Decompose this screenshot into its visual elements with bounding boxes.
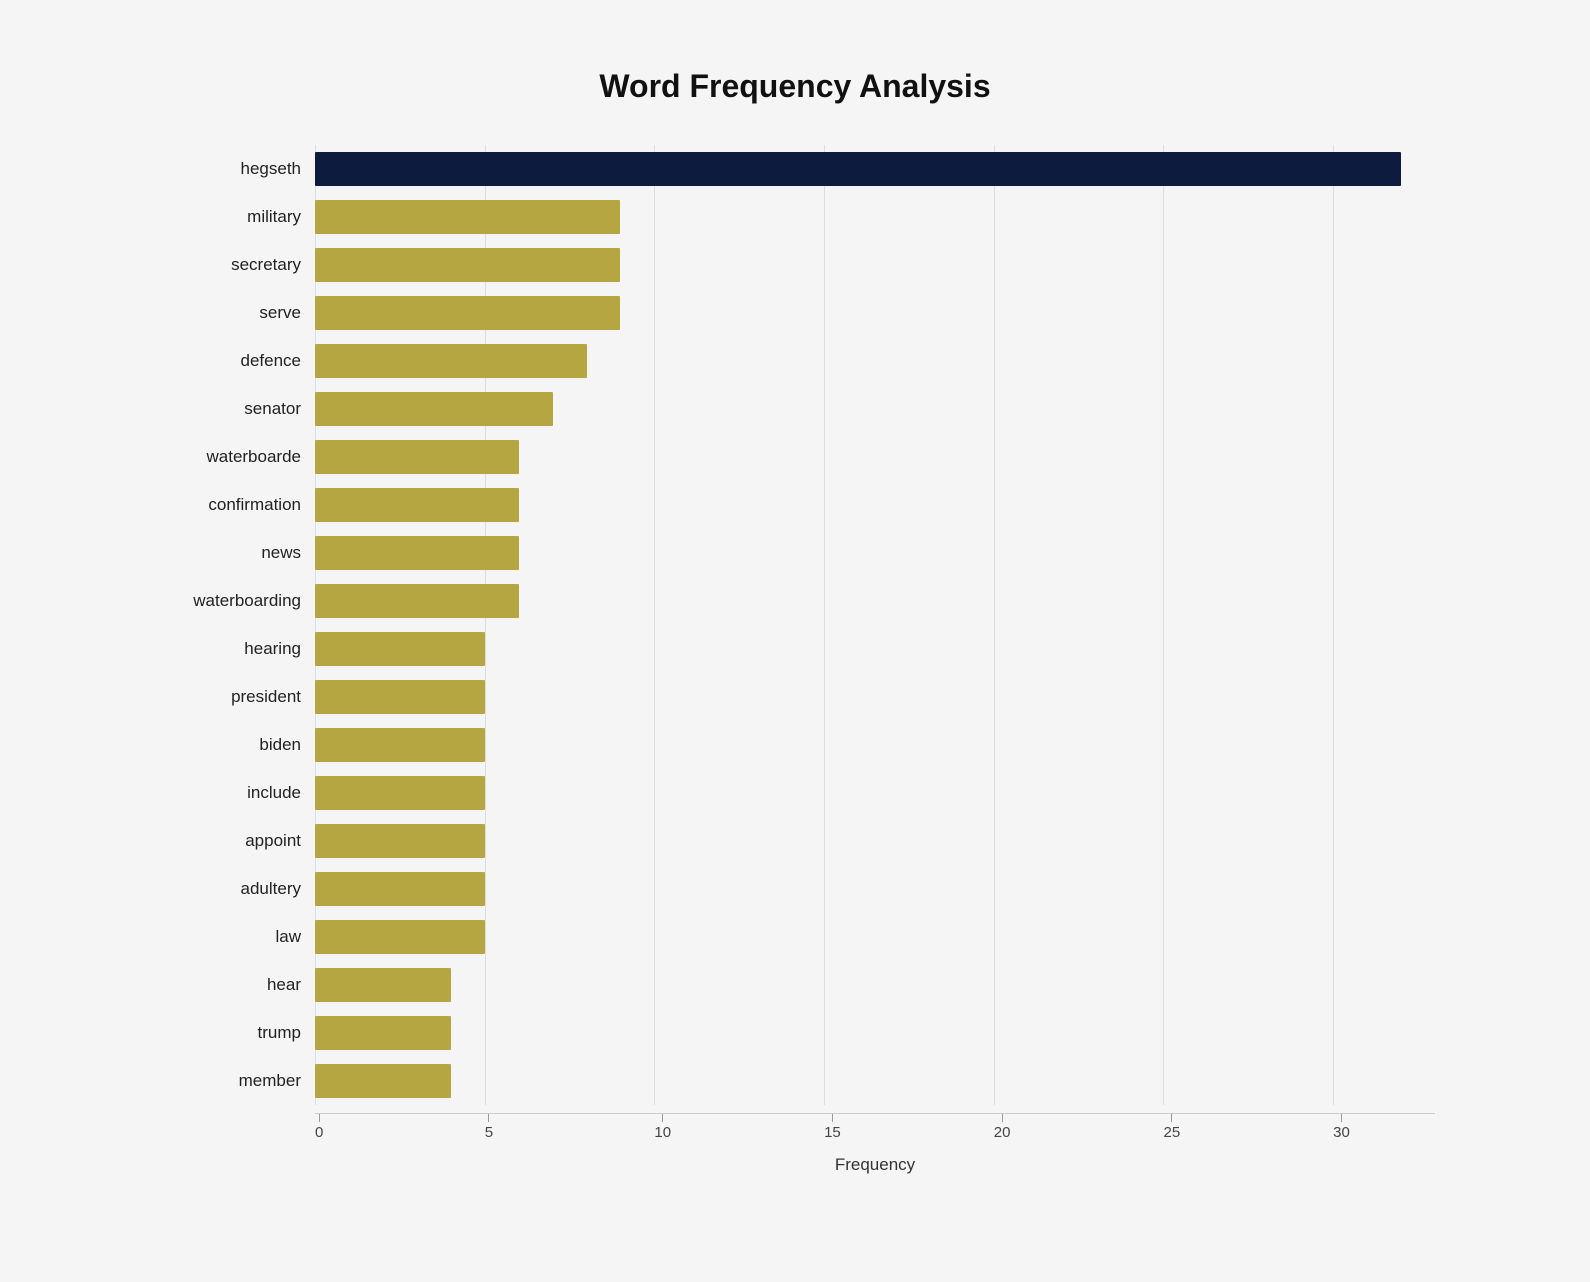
x-tick-line bbox=[319, 1114, 320, 1122]
x-tick: 30 bbox=[1333, 1114, 1350, 1141]
bar-label-president: president bbox=[155, 673, 315, 721]
bar-fill-biden bbox=[315, 728, 485, 762]
bar-label-trump: trump bbox=[155, 1009, 315, 1057]
x-tick: 25 bbox=[1163, 1114, 1180, 1141]
bar-row bbox=[315, 481, 1435, 529]
labels-column: hegsethmilitarysecretaryservedefencesena… bbox=[155, 145, 315, 1105]
bar-label-law: law bbox=[155, 913, 315, 961]
bar-label-defence: defence bbox=[155, 337, 315, 385]
bar-label-confirmation: confirmation bbox=[155, 481, 315, 529]
bar-row bbox=[315, 337, 1435, 385]
x-tick: 20 bbox=[994, 1114, 1011, 1141]
bar-row bbox=[315, 913, 1435, 961]
bar-row bbox=[315, 385, 1435, 433]
bar-row bbox=[315, 625, 1435, 673]
bar-label-serve: serve bbox=[155, 289, 315, 337]
x-tick-line bbox=[832, 1114, 833, 1122]
bar-label-hegseth: hegseth bbox=[155, 145, 315, 193]
bar-fill-secretary bbox=[315, 248, 620, 282]
bar-label-biden: biden bbox=[155, 721, 315, 769]
x-tick-label: 5 bbox=[485, 1124, 493, 1141]
bar-label-news: news bbox=[155, 529, 315, 577]
bar-fill-confirmation bbox=[315, 488, 519, 522]
x-tick: 0 bbox=[315, 1114, 323, 1141]
x-axis-ticks: 0 5 10 15 20 25 30 bbox=[315, 1113, 1435, 1143]
bar-fill-trump bbox=[315, 1016, 451, 1050]
bar-label-secretary: secretary bbox=[155, 241, 315, 289]
bar-row bbox=[315, 577, 1435, 625]
x-tick-line bbox=[662, 1114, 663, 1122]
bar-label-senator: senator bbox=[155, 385, 315, 433]
bar-fill-hegseth bbox=[315, 152, 1401, 186]
bar-label-waterboarding: waterboarding bbox=[155, 577, 315, 625]
bar-fill-adultery bbox=[315, 872, 485, 906]
bar-row bbox=[315, 1057, 1435, 1105]
x-tick: 15 bbox=[824, 1114, 841, 1141]
chart-container: Word Frequency Analysis hegsethmilitarys… bbox=[95, 28, 1495, 1255]
bar-label-hear: hear bbox=[155, 961, 315, 1009]
bar-label-member: member bbox=[155, 1057, 315, 1105]
bar-row bbox=[315, 1009, 1435, 1057]
bar-row bbox=[315, 865, 1435, 913]
x-tick-label: 30 bbox=[1333, 1124, 1350, 1141]
bar-fill-waterboarde bbox=[315, 440, 519, 474]
bar-label-military: military bbox=[155, 193, 315, 241]
x-tick-line bbox=[1002, 1114, 1003, 1122]
bar-label-hearing: hearing bbox=[155, 625, 315, 673]
bars-inner bbox=[315, 145, 1435, 1105]
bars-column bbox=[315, 145, 1435, 1105]
x-axis: 0 5 10 15 20 25 30 Frequency bbox=[315, 1105, 1435, 1175]
bar-fill-hear bbox=[315, 968, 451, 1002]
x-tick-label: 10 bbox=[654, 1124, 671, 1141]
bar-fill-member bbox=[315, 1064, 451, 1098]
bar-row bbox=[315, 673, 1435, 721]
bar-fill-defence bbox=[315, 344, 587, 378]
x-tick-line bbox=[1341, 1114, 1342, 1122]
bar-fill-waterboarding bbox=[315, 584, 519, 618]
x-tick: 5 bbox=[485, 1114, 493, 1141]
bar-label-appoint: appoint bbox=[155, 817, 315, 865]
chart-body: hegsethmilitarysecretaryservedefencesena… bbox=[155, 145, 1435, 1105]
bar-fill-serve bbox=[315, 296, 620, 330]
x-tick: 10 bbox=[654, 1114, 671, 1141]
bar-row bbox=[315, 241, 1435, 289]
bar-row bbox=[315, 961, 1435, 1009]
bar-fill-news bbox=[315, 536, 519, 570]
chart-title: Word Frequency Analysis bbox=[155, 68, 1435, 105]
bar-row bbox=[315, 433, 1435, 481]
bar-fill-hearing bbox=[315, 632, 485, 666]
bar-label-include: include bbox=[155, 769, 315, 817]
bar-row bbox=[315, 145, 1435, 193]
bar-fill-appoint bbox=[315, 824, 485, 858]
bar-row bbox=[315, 721, 1435, 769]
x-tick-label: 0 bbox=[315, 1124, 323, 1141]
bar-row bbox=[315, 769, 1435, 817]
x-tick-label: 20 bbox=[994, 1124, 1011, 1141]
bar-fill-include bbox=[315, 776, 485, 810]
bar-row bbox=[315, 529, 1435, 577]
x-tick-line bbox=[1171, 1114, 1172, 1122]
bar-row bbox=[315, 817, 1435, 865]
bar-label-waterboarde: waterboarde bbox=[155, 433, 315, 481]
x-tick-label: 25 bbox=[1163, 1124, 1180, 1141]
bar-label-adultery: adultery bbox=[155, 865, 315, 913]
bar-row bbox=[315, 289, 1435, 337]
bar-fill-military bbox=[315, 200, 620, 234]
bar-row bbox=[315, 193, 1435, 241]
bar-fill-senator bbox=[315, 392, 553, 426]
x-axis-title: Frequency bbox=[315, 1155, 1435, 1175]
bar-fill-law bbox=[315, 920, 485, 954]
bar-fill-president bbox=[315, 680, 485, 714]
x-tick-line bbox=[488, 1114, 489, 1122]
x-tick-label: 15 bbox=[824, 1124, 841, 1141]
